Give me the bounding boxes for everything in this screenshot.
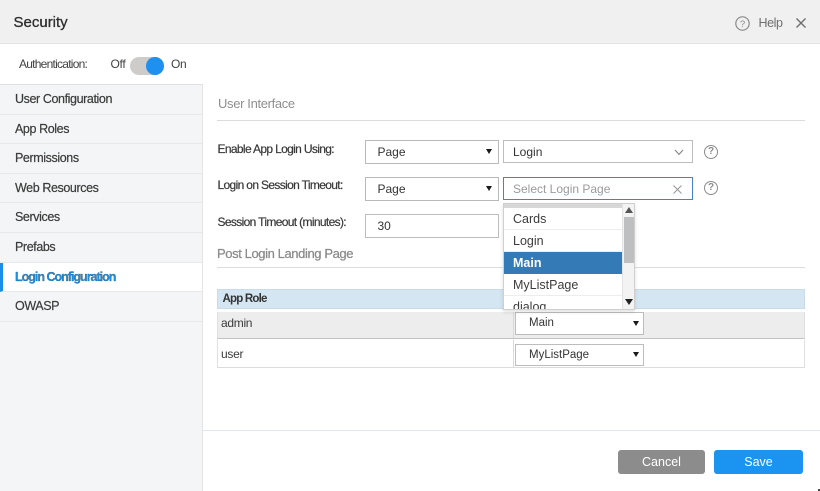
svg-text:?: ? <box>740 18 745 29</box>
